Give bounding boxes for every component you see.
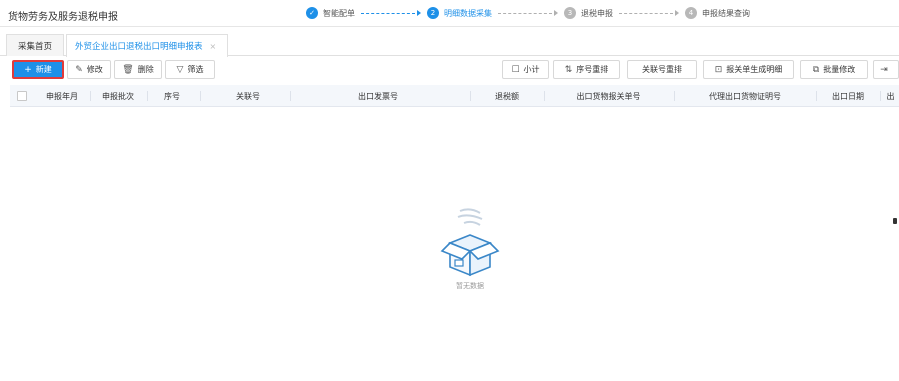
edit-button[interactable]: ✎ 修改	[67, 60, 111, 79]
button-label: 关联号重排	[642, 65, 682, 74]
button-label: 新建	[35, 65, 52, 74]
more-button[interactable]: ⇥	[873, 60, 899, 79]
column-header[interactable]: 出	[882, 85, 899, 107]
step-connector	[619, 12, 673, 14]
square-icon: ☐	[511, 64, 520, 75]
step-label: 明细数据采集	[444, 8, 492, 18]
toolbar: + 新建 ✎ 修改 🗑 删除 ▽ 筛选 ☐ 小计 ⇅ 序号重排 关联号重排 ⊡ …	[0, 60, 899, 82]
batch-edit-button[interactable]: ⧉ 批量修改	[800, 60, 868, 79]
app-title: 货物劳务及服务退税申报	[8, 12, 118, 23]
column-divider	[674, 91, 675, 101]
progress-steps: ✓ 智能配单 2 明细数据采集 3 退税申报 4 申报结果查询	[306, 6, 750, 20]
button-label: 删除	[137, 65, 154, 74]
top-bar: 货物劳务及服务退税申报 ✓ 智能配单 2 明细数据采集 3 退税申报 4 申报结…	[0, 0, 899, 27]
column-divider	[816, 91, 817, 101]
column-header[interactable]: 代理出口货物证明号	[676, 85, 814, 107]
step-smart-match[interactable]: ✓ 智能配单	[306, 7, 355, 19]
trash-icon: 🗑	[122, 64, 134, 75]
empty-state: 暂无数据	[430, 205, 510, 295]
arrow-right-icon	[417, 10, 421, 16]
column-divider	[290, 91, 291, 101]
select-all-checkbox[interactable]	[17, 91, 27, 101]
gen-detail-button[interactable]: ⊡ 报关单生成明细	[703, 60, 794, 79]
column-header[interactable]: 出口货物报关单号	[546, 85, 671, 107]
step-tax-refund[interactable]: 3 退税申报	[564, 7, 613, 19]
button-label: 报关单生成明细	[726, 65, 783, 74]
column-divider	[90, 91, 91, 101]
step-connector	[498, 12, 552, 14]
edit-icon: ✎	[75, 64, 83, 75]
document-icon: ⊡	[714, 64, 723, 75]
sort-icon: ⇅	[564, 64, 573, 75]
step-result-query[interactable]: 4 申报结果查询	[685, 7, 750, 19]
plus-icon: +	[24, 64, 32, 75]
step-connector	[361, 12, 415, 14]
column-header[interactable]: 序号	[150, 85, 194, 107]
filter-button[interactable]: ▽ 筛选	[165, 60, 215, 79]
filter-icon: ▽	[176, 64, 184, 75]
tab-label: 外贸企业出口退税出口明细申报表	[75, 42, 203, 52]
column-divider	[200, 91, 201, 101]
batch-edit-icon: ⧉	[812, 64, 820, 75]
rel-reorder-button[interactable]: 关联号重排	[627, 60, 697, 79]
button-label: 筛选	[187, 65, 204, 74]
column-header[interactable]: 申报年月	[37, 85, 87, 107]
step-label: 智能配单	[323, 8, 355, 18]
delete-button[interactable]: 🗑 删除	[114, 60, 162, 79]
button-label: 小计	[523, 65, 540, 74]
button-label: 修改	[86, 65, 103, 74]
empty-state-text: 暂无数据	[456, 282, 484, 290]
step-number: 2	[427, 7, 439, 19]
column-header[interactable]: 出口发票号	[293, 85, 463, 107]
column-header[interactable]: 退税额	[472, 85, 542, 107]
new-button[interactable]: + 新建	[12, 60, 64, 79]
column-divider	[544, 91, 545, 101]
export-icon: ⇥	[880, 64, 888, 75]
arrow-right-icon	[675, 10, 679, 16]
column-divider	[880, 91, 881, 101]
subtotal-button[interactable]: ☐ 小计	[502, 60, 549, 79]
close-icon[interactable]: ×	[210, 42, 217, 51]
arrow-right-icon	[554, 10, 558, 16]
empty-box-icon	[440, 208, 500, 277]
column-divider	[470, 91, 471, 101]
step-number: 3	[564, 7, 576, 19]
step-label: 退税申报	[581, 8, 613, 18]
column-header[interactable]: 出口日期	[818, 85, 878, 107]
tab-bar: 采集首页 外贸企业出口退税出口明细申报表 ×	[0, 34, 899, 57]
button-label: 序号重排	[576, 65, 609, 74]
step-number: 4	[685, 7, 697, 19]
tab-label: 采集首页	[17, 41, 52, 52]
column-header[interactable]: 申报批次	[92, 85, 144, 107]
step-label: 申报结果查询	[702, 8, 750, 18]
scrollbar-thumb[interactable]	[893, 218, 897, 224]
check-icon: ✓	[306, 7, 318, 19]
button-label: 批量修改	[823, 65, 856, 74]
column-divider	[147, 91, 148, 101]
step-detail-collect[interactable]: 2 明细数据采集	[427, 7, 492, 19]
tab-export-detail[interactable]: 外贸企业出口退税出口明细申报表 ×	[66, 34, 228, 57]
seq-reorder-button[interactable]: ⇅ 序号重排	[553, 60, 620, 79]
tab-home[interactable]: 采集首页	[6, 34, 64, 56]
column-header[interactable]: 关联号	[203, 85, 293, 107]
table-header: 申报年月 申报批次 序号 关联号 出口发票号 退税额 出口货物报关单号 代理出口…	[10, 85, 899, 107]
